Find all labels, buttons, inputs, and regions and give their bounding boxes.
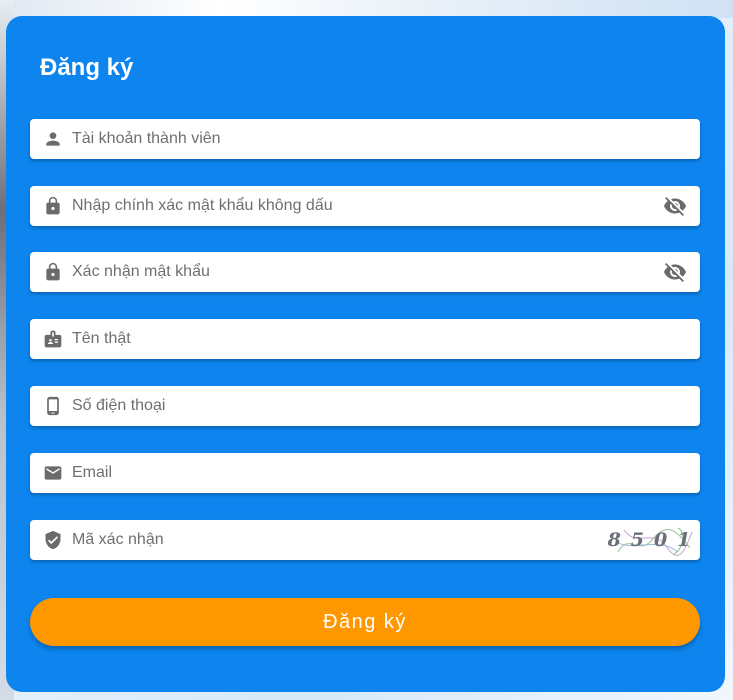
lock-icon [43,196,63,216]
confirm-password-input[interactable] [72,252,663,292]
email-input[interactable] [72,453,700,493]
captcha-image[interactable]: 8501 [608,522,694,558]
mail-icon [43,463,63,483]
real-name-field [30,319,700,359]
password-field [30,186,700,226]
confirm-password-field [30,252,700,292]
id-badge-icon [43,329,63,349]
eye-off-icon[interactable] [663,194,687,218]
phone-input[interactable] [72,386,700,426]
real-name-input[interactable] [72,319,700,359]
shield-check-icon [43,530,63,550]
username-field [30,119,700,159]
register-card: Đăng ký Tài khoản thành viên Tên thật Số… [6,16,725,692]
email-field [30,453,700,493]
username-input[interactable] [72,119,700,159]
phone-field [30,386,700,426]
eye-off-icon[interactable] [663,260,687,284]
captcha-code: 8501 [607,529,701,551]
form-title: Đăng ký [40,54,134,81]
password-input[interactable] [72,186,663,226]
smartphone-icon [43,396,63,416]
captcha-input[interactable] [72,520,614,560]
lock-icon [43,262,63,282]
captcha-field: 8501 [30,520,700,560]
register-submit-button[interactable]: Đăng ký [30,598,700,646]
person-icon [43,129,63,149]
